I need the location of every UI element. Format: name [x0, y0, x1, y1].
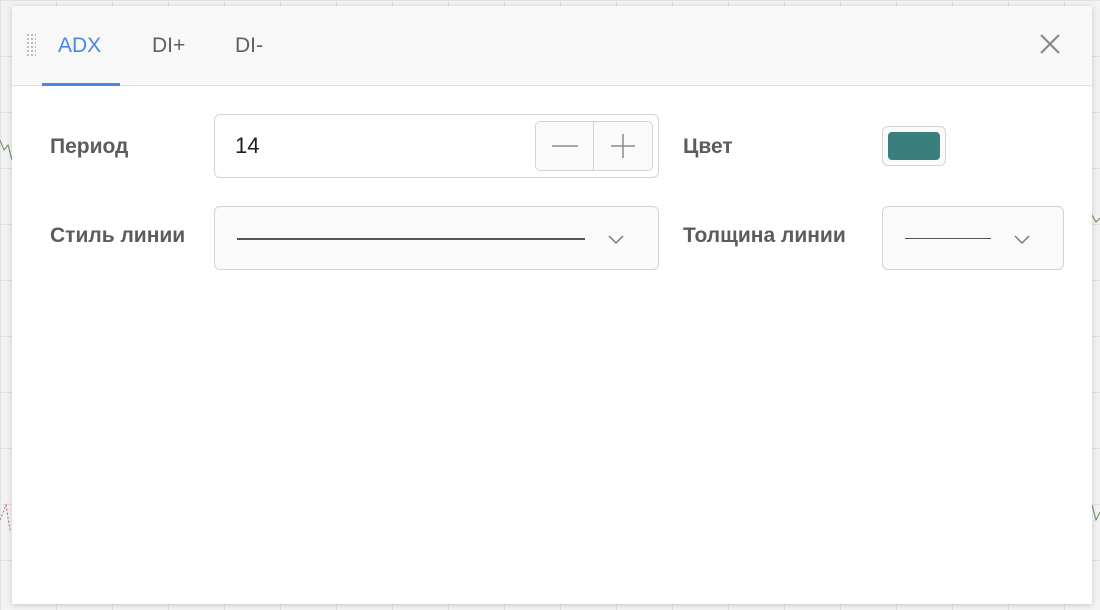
period-label: Период	[50, 135, 129, 158]
line-width-preview	[905, 238, 991, 239]
tab-di-plus[interactable]: DI+	[152, 32, 185, 60]
period-stepper	[535, 121, 653, 171]
decrement-button[interactable]	[536, 122, 594, 170]
chevron-down-icon	[608, 235, 624, 245]
color-picker-button[interactable]	[882, 126, 946, 166]
active-tab-indicator	[42, 83, 120, 86]
dialog-header: ADX DI+ DI-	[12, 6, 1092, 86]
line-width-label: Толщина линии	[683, 224, 846, 247]
increment-button[interactable]	[594, 122, 652, 170]
plus-icon	[611, 134, 635, 158]
period-input[interactable]	[235, 131, 515, 161]
close-button[interactable]	[1036, 30, 1064, 58]
chevron-down-icon	[1014, 235, 1030, 245]
period-field	[214, 114, 659, 178]
line-style-preview	[237, 238, 585, 240]
minus-icon	[552, 145, 578, 147]
color-swatch	[888, 132, 940, 160]
tab-adx[interactable]: ADX	[58, 32, 101, 60]
tab-di-minus[interactable]: DI-	[235, 32, 263, 60]
line-style-label: Стиль линии	[50, 224, 186, 247]
indicator-settings-dialog: ADX DI+ DI- Период 14 Цвет Стиль линии Т…	[12, 6, 1092, 604]
drag-handle-icon[interactable]	[26, 33, 36, 57]
close-icon	[1040, 34, 1060, 54]
color-label: Цвет	[683, 135, 733, 158]
line-style-select[interactable]	[214, 206, 659, 270]
line-width-select[interactable]	[882, 206, 1064, 270]
